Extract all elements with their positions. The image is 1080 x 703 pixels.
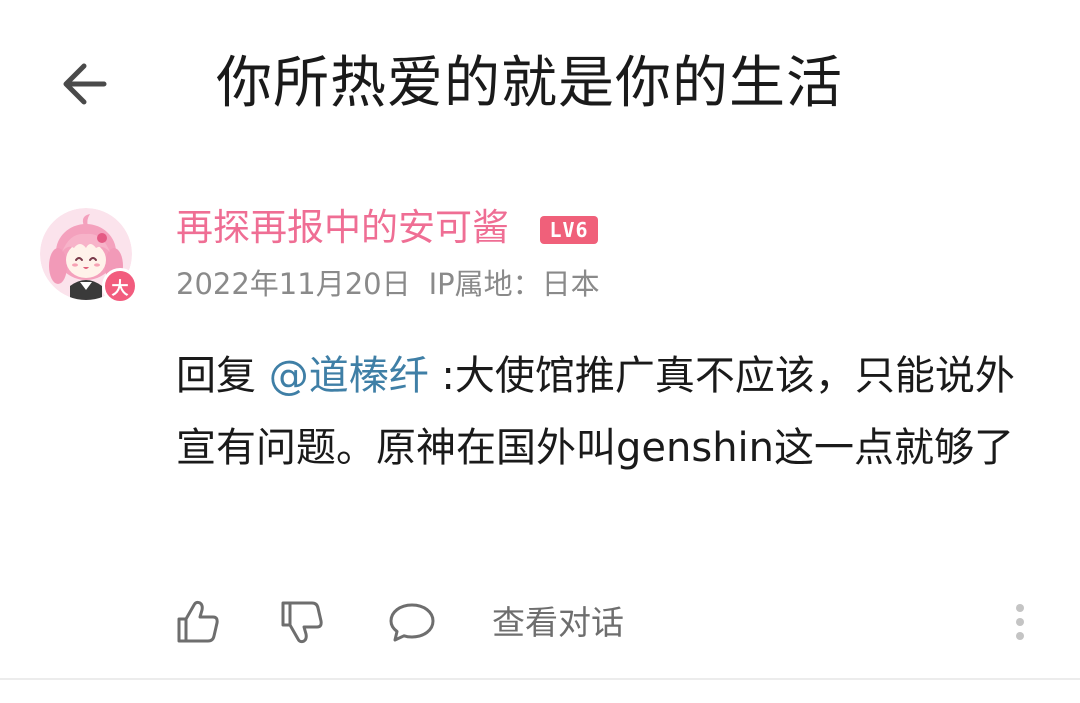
ip-location: IP属地：日本 [428, 267, 600, 301]
more-options-button[interactable] [1000, 598, 1040, 646]
view-conversation-button[interactable]: 查看对话 [492, 600, 624, 646]
speech-bubble-icon [389, 603, 435, 642]
arrow-left-icon [63, 63, 107, 105]
vertical-dots-icon [1016, 604, 1024, 612]
thumbs-up-icon [177, 600, 219, 643]
comment-meta: 2022年11月20日 IP属地：日本 [176, 264, 600, 304]
comment-date: 2022年11月20日 [176, 267, 411, 301]
mention-link[interactable]: @道榛纤 [269, 353, 429, 399]
level-badge: LV6 [540, 216, 598, 244]
username[interactable]: 再探再报中的安可酱 [176, 204, 509, 252]
comment-detail-screen: 你所热爱的就是你的生活 大 再探再报中的安可酱 LV6 2022年11月20日 … [0, 0, 1080, 703]
dot [1016, 632, 1024, 640]
like-button[interactable] [168, 592, 228, 652]
dislike-button[interactable] [272, 592, 332, 652]
reply-prefix: 回复 [176, 353, 269, 399]
comment-text: 回复 @道榛纤 :大使馆推广真不应该，只能说外宣有问题。原神在国外叫genshi… [176, 340, 1026, 484]
reply-button[interactable] [382, 592, 442, 652]
page-title: 你所热爱的就是你的生活 [216, 51, 843, 116]
avatar-badge: 大 [102, 268, 138, 304]
dot [1016, 618, 1024, 626]
back-button[interactable] [52, 52, 116, 116]
divider [0, 678, 1080, 680]
thumbs-down-icon [281, 601, 323, 644]
